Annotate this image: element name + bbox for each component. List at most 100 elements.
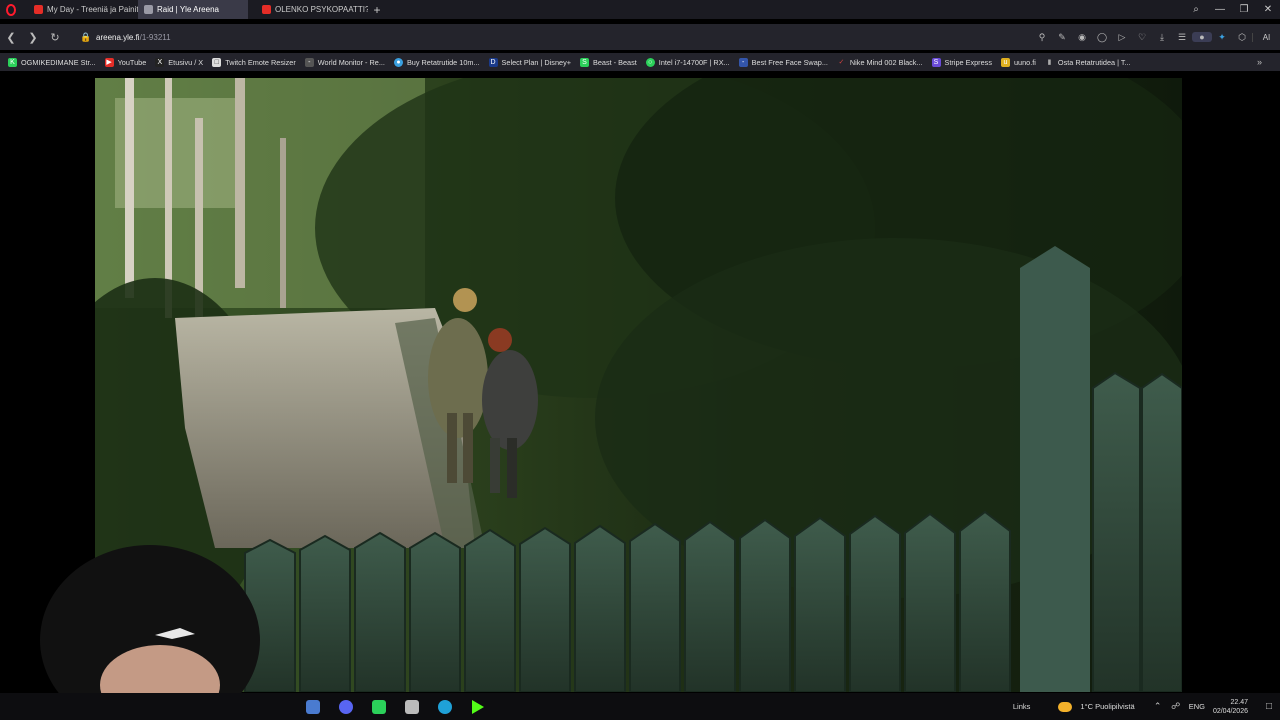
restore-icon[interactable]: ❐: [1232, 4, 1256, 15]
uuno-icon: u: [1000, 57, 1010, 67]
tab-title: Raid | Yle Areena: [157, 5, 219, 14]
bookmark-label: YouTube: [117, 57, 147, 67]
network-icon[interactable]: ☍: [1167, 701, 1185, 712]
app-icon: [404, 699, 419, 714]
bookmark-label: Intel i7-14700F | RX...: [658, 57, 730, 67]
menu-icon[interactable]: ☰: [1172, 32, 1192, 43]
close-icon[interactable]: ✕: [1256, 4, 1280, 15]
clock-time: 22.47: [1230, 698, 1248, 706]
cube-icon[interactable]: ⬡: [1232, 32, 1252, 43]
stripe-icon: S: [931, 57, 941, 67]
opera-menu-icon[interactable]: [0, 0, 22, 19]
tab-title: My Day - Treeniä ja Painit: [47, 5, 138, 14]
tab-search-icon[interactable]: ⌕: [1184, 4, 1208, 15]
yle-favicon-icon: [144, 5, 153, 14]
bookmark-nike[interactable]: ✓ Nike Mind 002 Black...: [837, 57, 923, 67]
bookmark-ogmikedimane[interactable]: K OGMIKEDIMANE Str...: [8, 57, 96, 67]
page-icon: □: [212, 57, 222, 67]
bookmark-label: uuno.fi: [1013, 57, 1036, 67]
bookmark-label: Stripe Express: [944, 57, 992, 67]
taskbar-apps: [296, 693, 494, 720]
weather-text: 1°C Puolipilvistä: [1080, 702, 1135, 711]
globe-icon: ●: [393, 57, 403, 67]
taskbar-app-4[interactable]: [395, 693, 428, 720]
monitor-icon: -: [304, 57, 314, 67]
heart-icon[interactable]: ♡: [1132, 32, 1152, 43]
shield-icon[interactable]: ◯: [1092, 32, 1112, 43]
bookmark-label: Buy Retatrutide 10m...: [406, 57, 480, 67]
tab-my-day[interactable]: My Day - Treeniä ja Painit: [28, 0, 138, 19]
bookmark-face-swap[interactable]: - Best Free Face Swap...: [738, 57, 828, 67]
taskbar: Links 1°C Puolipilvistä ⌃ ☍ ENG 22.47 02…: [0, 693, 1280, 720]
bookmark-label: World Monitor - Re...: [317, 57, 385, 67]
bookmark-beast[interactable]: S Beast - Beast: [579, 57, 637, 67]
edge-icon: [437, 699, 452, 714]
download-icon[interactable]: ⤓: [1152, 32, 1172, 43]
nike-icon: ✓: [838, 59, 845, 66]
back-icon[interactable]: ❮: [0, 26, 22, 48]
clock-date: 02/04/2026: [1212, 707, 1248, 715]
extension-icon[interactable]: ✦: [1212, 32, 1232, 43]
language-indicator[interactable]: ENG: [1189, 702, 1205, 711]
bookmark-x[interactable]: X Etusivu / X: [155, 57, 203, 67]
beast-icon: S: [579, 57, 589, 67]
bookmark-disney[interactable]: D Select Plan | Disney+: [488, 57, 571, 67]
store-icon: ○: [645, 57, 655, 67]
bookmarks-more-icon[interactable]: »: [1257, 57, 1262, 67]
webcam-figure: [40, 545, 260, 695]
taskbar-app-3[interactable]: [362, 693, 395, 720]
bookmark-stripe[interactable]: S Stripe Express: [931, 57, 992, 67]
bookmark-label: Twitch Emote Resizer: [225, 57, 296, 67]
links-toolbar[interactable]: Links: [1013, 702, 1031, 711]
url-domain: areena.yle.fi: [96, 32, 140, 42]
bookmark-youtube[interactable]: ▶ YouTube: [104, 57, 147, 67]
bookmark-label: OGMIKEDIMANE Str...: [21, 57, 96, 67]
search-icon[interactable]: ⚲: [1032, 32, 1052, 43]
bookmark-label: Best Free Face Swap...: [751, 57, 828, 67]
taskbar-discord[interactable]: [329, 693, 362, 720]
notifications-icon[interactable]: □: [1258, 701, 1280, 712]
taskbar-app-1[interactable]: [296, 693, 329, 720]
browser-tab-bar: My Day - Treeniä ja Painit Raid | Yle Ar…: [0, 0, 1280, 19]
system-tray: Links 1°C Puolipilvistä ⌃ ☍ ENG 22.47 02…: [1013, 693, 1280, 720]
new-tab-button[interactable]: +: [368, 0, 386, 19]
youtube-icon: ▶: [104, 57, 114, 67]
bookmark-favicon-icon: K: [8, 57, 17, 67]
forward-icon[interactable]: ❯: [22, 26, 44, 48]
toolbar-icons: ⚲ ✎ ◉ ◯ ▷ ♡ ⤓ ☰ ● ✦ ⬡ AI: [1032, 24, 1280, 50]
taskbar-edge[interactable]: [428, 693, 461, 720]
bookmark-label: Osta Retatrutidea | T...: [1057, 57, 1131, 67]
tab-title: OLENKO PSYKOPAATTI? Fe: [275, 5, 368, 14]
tab-olenko-psykopaatti[interactable]: OLENKO PSYKOPAATTI? Fe: [256, 0, 368, 19]
disney-icon: D: [488, 57, 498, 67]
tray-overflow-icon[interactable]: ⌃: [1149, 701, 1167, 712]
app-icon: [371, 699, 386, 714]
reload-icon[interactable]: ↻: [44, 26, 66, 48]
bookmarks-bar: K OGMIKEDIMANE Str... ▶ YouTube X Etusivu /…: [0, 53, 1280, 71]
bookmark-uuno[interactable]: u uuno.fi: [1000, 57, 1036, 67]
play-icon[interactable]: ▷: [1112, 32, 1132, 43]
minimize-icon[interactable]: —: [1208, 4, 1232, 15]
taskbar-app-6[interactable]: [461, 693, 494, 720]
url-path: /1-93211: [139, 32, 171, 42]
url-field[interactable]: areena.yle.fi/1-93211: [96, 33, 171, 42]
profile-icon[interactable]: ●: [1192, 32, 1212, 42]
bookmark-osta[interactable]: ▮ Osta Retatrutidea | T...: [1045, 57, 1131, 67]
bookmark-label: Nike Mind 002 Black...: [849, 57, 923, 67]
bookmark-twitch-emote[interactable]: □ Twitch Emote Resizer: [212, 57, 296, 67]
tab-raid-yle-areena[interactable]: Raid | Yle Areena: [138, 0, 248, 19]
bookmark-label: Select Plan | Disney+: [501, 57, 571, 67]
camera-icon[interactable]: ◉: [1072, 32, 1092, 43]
lock-icon[interactable]: 🔒: [80, 32, 92, 43]
bookmark-retatrutide[interactable]: ● Buy Retatrutide 10m...: [393, 57, 480, 67]
discord-icon: [338, 699, 353, 714]
ai-button[interactable]: AI: [1252, 32, 1280, 42]
weather-widget[interactable]: 1°C Puolipilvistä: [1058, 701, 1135, 712]
youtube-favicon-icon: [34, 5, 43, 14]
youtube-favicon-icon: [262, 5, 271, 14]
address-bar: ❮ ❯ ↻ 🔒 areena.yle.fi/1-93211 ⚲ ✎ ◉ ◯ ▷ …: [0, 24, 1280, 50]
bookmark-world-monitor[interactable]: - World Monitor - Re...: [304, 57, 385, 67]
clock[interactable]: 22.47 02/04/2026: [1213, 698, 1248, 716]
bookmark-intel[interactable]: ○ Intel i7-14700F | RX...: [645, 57, 730, 67]
edit-icon[interactable]: ✎: [1052, 32, 1072, 43]
